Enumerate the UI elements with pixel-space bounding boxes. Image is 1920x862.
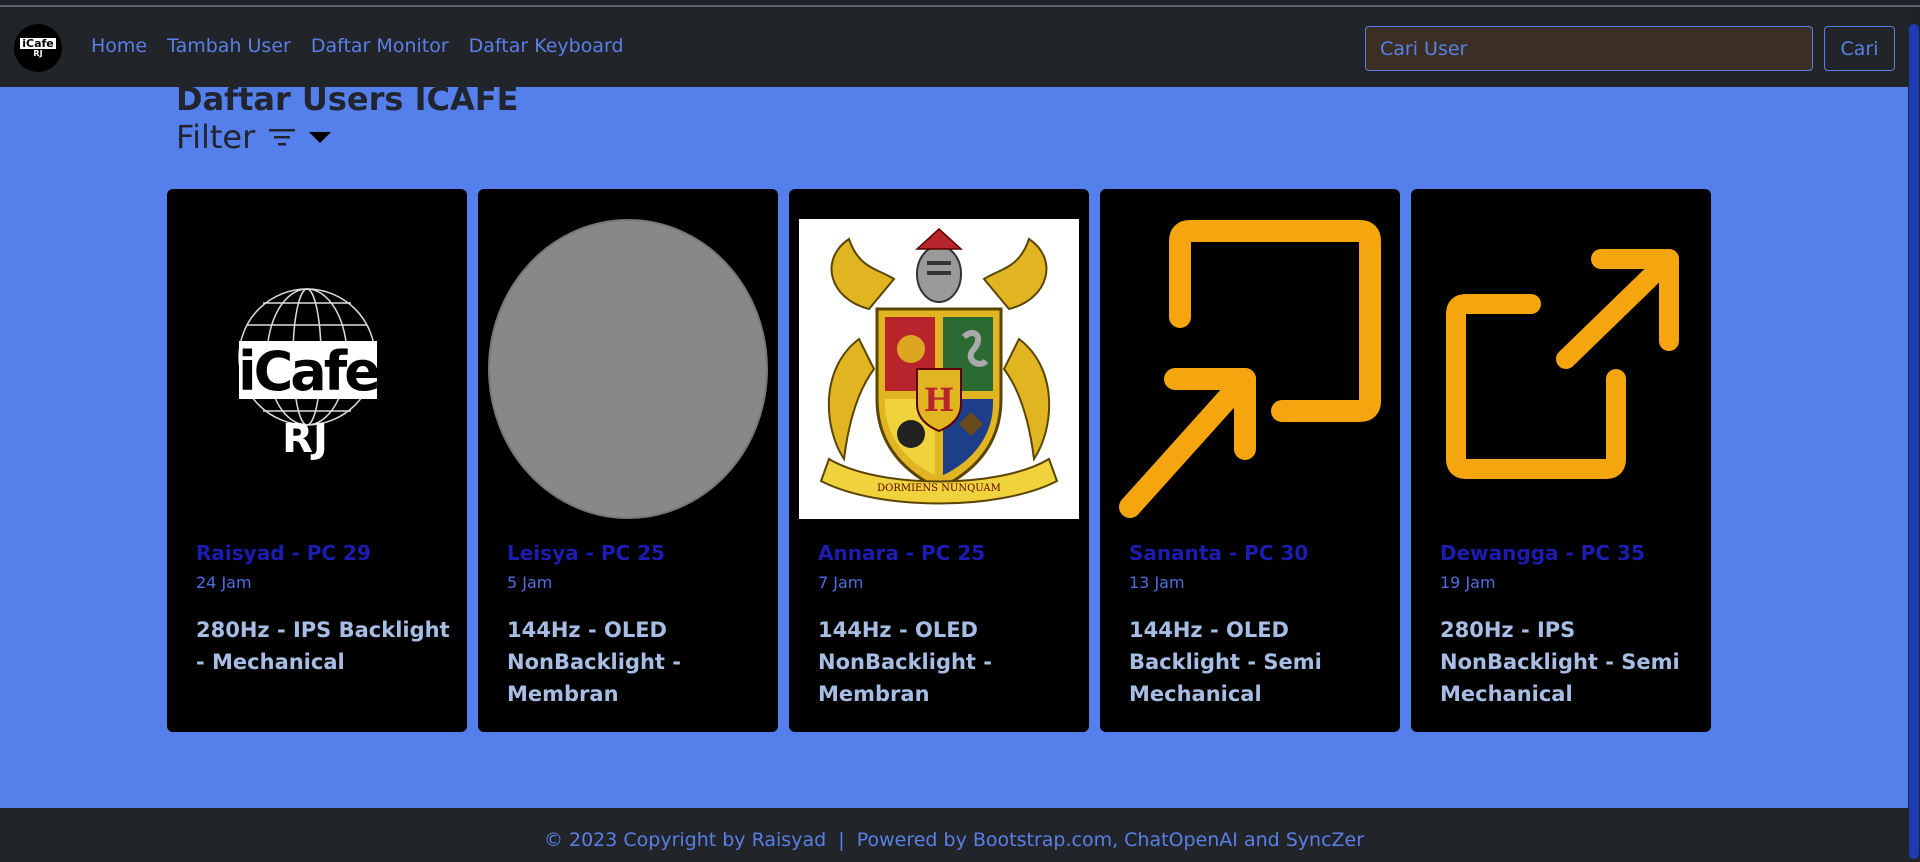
footer-copyright: © 2023 Copyright by Raisyad | Powered by…	[543, 829, 1365, 851]
page-title: Daftar Users ICAFE	[176, 80, 519, 118]
window-top-border	[0, 0, 1920, 7]
nav-links: Home Tambah User Daftar Monitor Daftar K…	[91, 35, 624, 57]
minimize-arrow-icon	[1119, 220, 1381, 518]
nav-link-keyboard-list[interactable]: Daftar Keyboard	[469, 35, 624, 57]
card-spec: 280Hz - IPS Backlight - Mechanical	[196, 618, 450, 674]
svg-text:H: H	[924, 381, 954, 419]
nav-link-add-user[interactable]: Tambah User	[167, 35, 291, 57]
card-user-name[interactable]: Leisya - PC 25	[507, 541, 665, 565]
icafe-logo-text: iCafe	[238, 340, 379, 403]
search-input[interactable]	[1365, 26, 1813, 71]
card-spec: 144Hz - OLED NonBacklight - Membran	[818, 618, 992, 706]
card-hours: 5 Jam	[507, 573, 553, 592]
card-spec: 280Hz - IPS NonBacklight - Semi Mechanic…	[1440, 618, 1680, 706]
card-spec: 144Hz - OLED Backlight - Semi Mechanical	[1129, 618, 1322, 706]
nav-link-home[interactable]: Home	[91, 35, 147, 57]
card-user-name[interactable]: Sananta - PC 30	[1129, 541, 1308, 565]
hogwarts-crest-image: H DORMIENS NUNQUAM	[799, 219, 1079, 519]
filter-icon	[269, 129, 296, 146]
avatar-placeholder-image	[488, 219, 768, 519]
user-card[interactable]: Dewangga - PC 35 19 Jam 280Hz - IPS NonB…	[1411, 189, 1711, 732]
card-spec: 144Hz - OLED NonBacklight - Membran	[507, 618, 681, 706]
user-card[interactable]: H DORMIENS NUNQUAM Annara - PC 25 7 Jam …	[789, 189, 1089, 732]
card-hours: 13 Jam	[1129, 573, 1185, 592]
footer: © 2023 Copyright by Raisyad | Powered by…	[0, 808, 1908, 862]
icafe-rj-logo-icon: iCafe RJ	[238, 288, 382, 462]
caret-down-icon	[309, 132, 332, 143]
filter-dropdown[interactable]: Filter	[176, 118, 332, 156]
external-link-icon	[1446, 249, 1679, 479]
card-user-name[interactable]: Annara - PC 25	[818, 541, 985, 565]
brand-logo[interactable]: iCafe RJ	[14, 24, 62, 72]
brand-logo-subtext: RJ	[33, 49, 43, 58]
card-hours: 7 Jam	[818, 573, 864, 592]
filter-label: Filter	[176, 118, 256, 156]
user-card[interactable]: iCafe RJ Raisyad - PC 29 24 Jam 280Hz - …	[167, 189, 467, 732]
svg-text:DORMIENS NUNQUAM: DORMIENS NUNQUAM	[877, 483, 1001, 494]
navbar: iCafe RJ Home Tambah User Daftar Monitor…	[0, 7, 1908, 87]
card-user-name[interactable]: Raisyad - PC 29	[196, 541, 371, 565]
card-user-name[interactable]: Dewangga - PC 35	[1440, 541, 1645, 565]
icafe-logo-subtext: RJ	[282, 416, 328, 462]
brand-logo-text: iCafe	[20, 37, 56, 50]
user-card[interactable]: Sananta - PC 30 13 Jam 144Hz - OLED Back…	[1100, 189, 1400, 732]
user-card[interactable]: Leisya - PC 25 5 Jam 144Hz - OLED NonBac…	[478, 189, 778, 732]
card-hours: 19 Jam	[1440, 573, 1496, 592]
scrollbar-thumb[interactable]	[1909, 24, 1919, 859]
nav-link-monitor-list[interactable]: Daftar Monitor	[311, 35, 449, 57]
search-button[interactable]: Cari	[1824, 26, 1895, 71]
card-hours: 24 Jam	[196, 573, 252, 592]
